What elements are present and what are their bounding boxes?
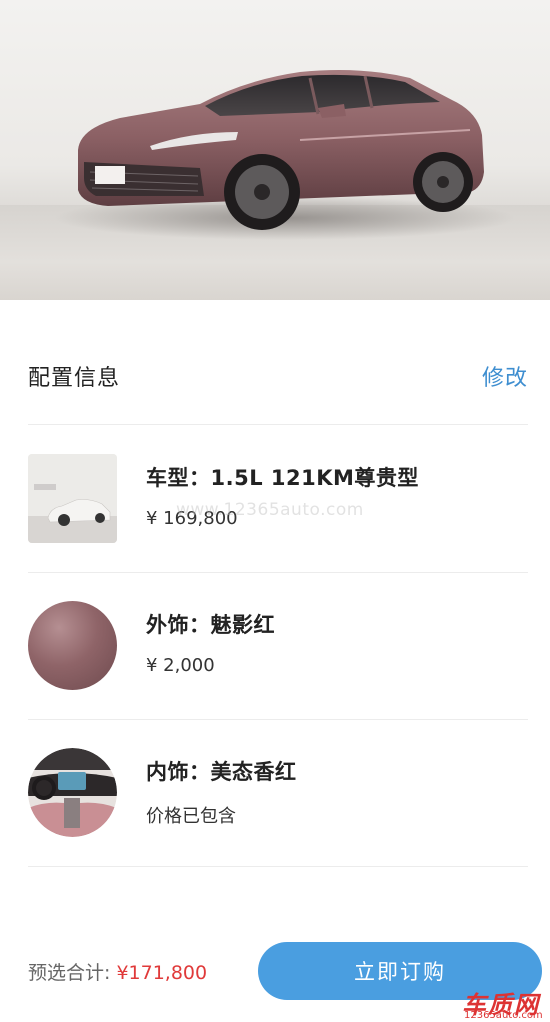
config-item-interior: 内饰：美态香红 价格已包含 [28, 720, 528, 866]
site-logo: 车质网 12365auto.com [458, 985, 550, 1022]
exterior-price: ¥ 2,000 [146, 655, 215, 676]
model-title: 车型：1.5L 121KM尊贵型 [146, 466, 419, 490]
interior-title: 内饰：美态香红 [146, 760, 297, 784]
total-value: ¥171,800 [116, 962, 208, 984]
interior-thumbnail [28, 748, 117, 837]
total-label: 预选合计: [28, 962, 117, 984]
config-header: 配置信息 修改 [28, 350, 528, 402]
edit-link[interactable]: 修改 [482, 360, 528, 392]
car-hero-image [0, 0, 550, 300]
config-title: 配置信息 [28, 366, 121, 391]
divider [28, 424, 528, 425]
exterior-color-swatch [28, 601, 117, 690]
divider [28, 866, 528, 867]
config-item-model: 车型：1.5L 121KM尊贵型 ¥ 169,800 [28, 426, 528, 572]
car-model-thumbnail [28, 454, 117, 543]
car-illustration [55, 70, 515, 240]
watermark: www.12365auto.com [176, 500, 364, 520]
config-item-exterior: 外饰：魅影红 ¥ 2,000 [28, 573, 528, 719]
logo-url: 12365auto.com [464, 1010, 543, 1021]
interior-price: 价格已包含 [146, 806, 236, 827]
total-summary: 预选合计: ¥171,800 [28, 958, 207, 985]
exterior-title: 外饰：魅影红 [146, 613, 275, 637]
